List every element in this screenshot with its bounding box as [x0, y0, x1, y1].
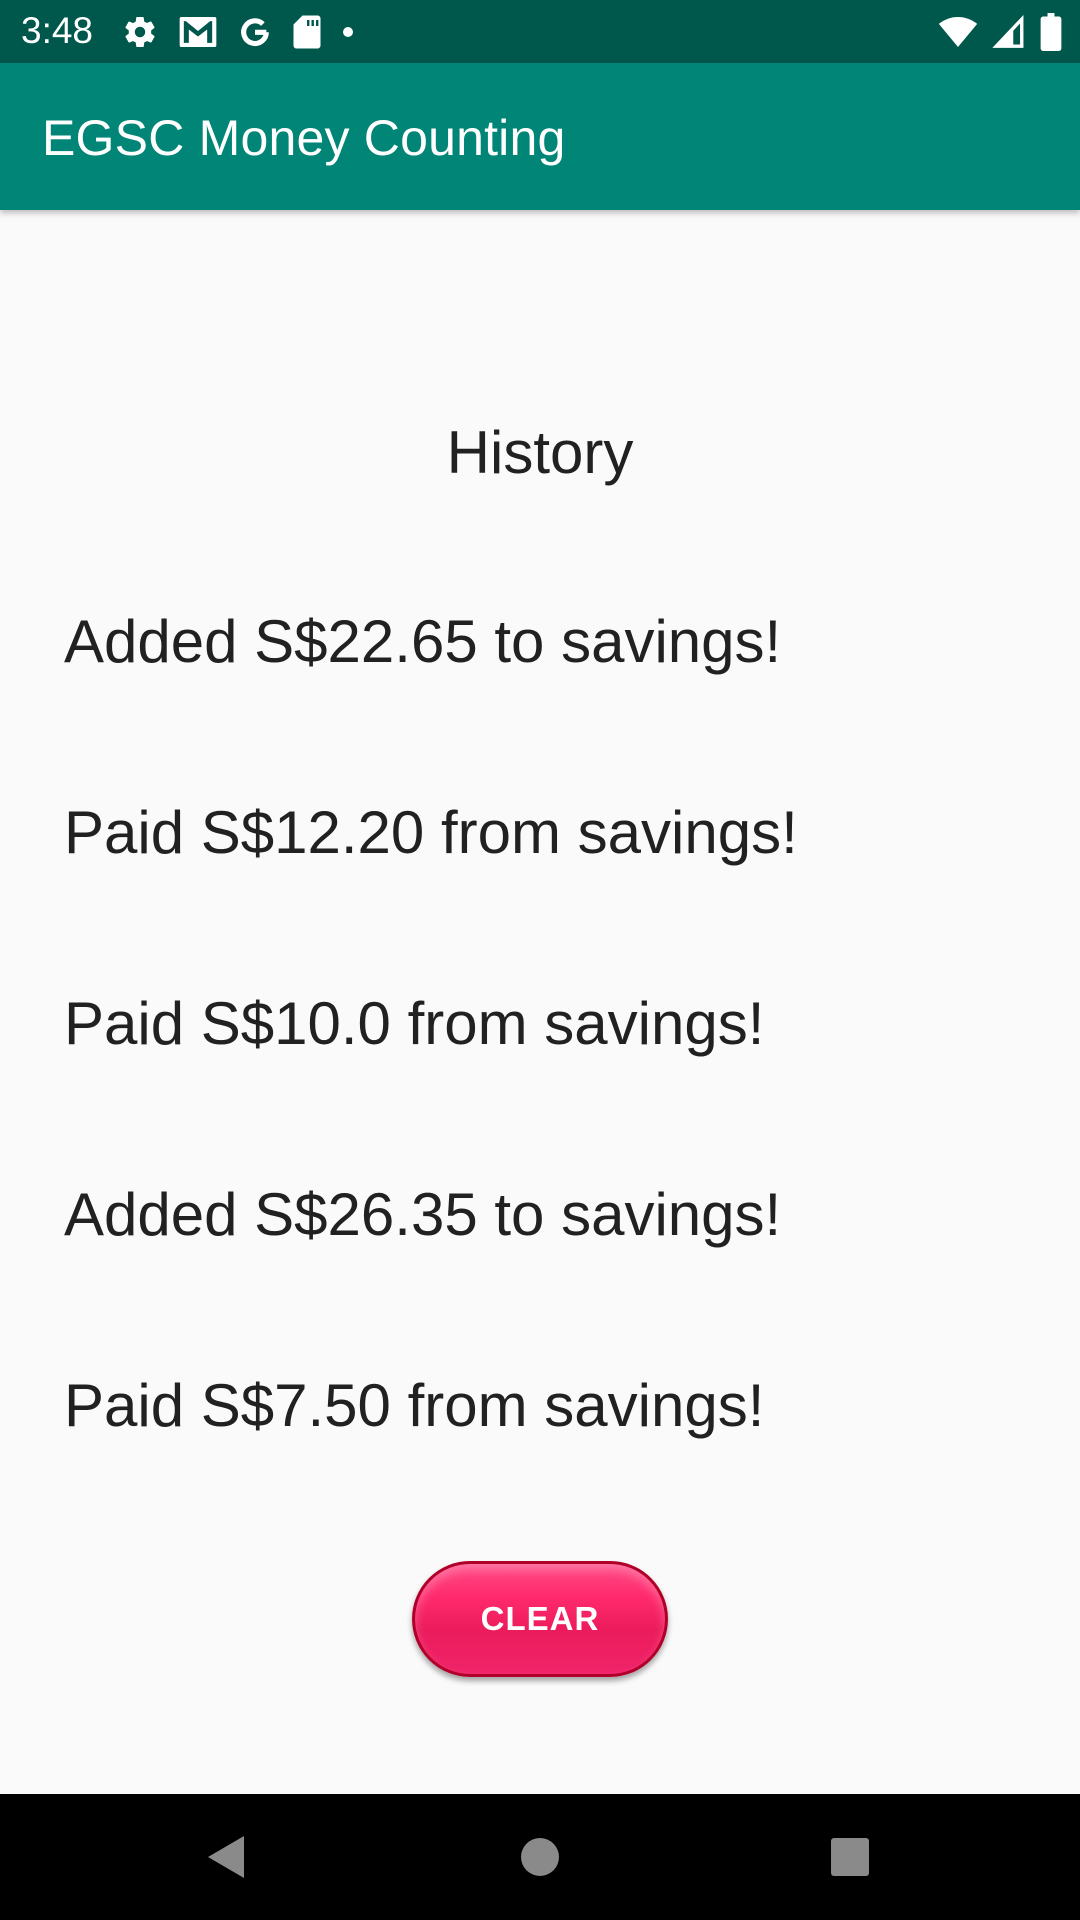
wifi-icon — [938, 16, 978, 48]
settings-icon — [122, 14, 158, 50]
history-item: Paid S$7.50 from savings! — [64, 1372, 765, 1439]
history-item: Added S$26.35 to savings! — [64, 1181, 782, 1248]
dot-icon — [342, 26, 354, 38]
gmail-icon — [178, 15, 218, 49]
sd-card-icon — [292, 14, 322, 50]
clear-button-label: CLEAR — [480, 1600, 600, 1637]
google-icon — [238, 15, 272, 49]
back-icon — [204, 1834, 246, 1880]
screen: 3:48 EGSC Money Counting History Added S… — [0, 0, 1080, 1920]
status-icons-left — [122, 12, 354, 52]
history-list: Added S$22.65 to savings! Paid S$12.20 f… — [64, 607, 1024, 1562]
recents-button[interactable] — [817, 1824, 883, 1890]
recents-icon — [830, 1837, 870, 1877]
history-item: Paid S$10.0 from savings! — [64, 990, 765, 1057]
history-heading: History — [446, 419, 634, 486]
app-bar: EGSC Money Counting — [0, 63, 1080, 210]
status-time: 3:48 — [21, 10, 94, 51]
app-title: EGSC Money Counting — [42, 110, 566, 166]
nav-bar — [0, 1794, 1080, 1920]
back-button[interactable] — [192, 1824, 258, 1890]
battery-icon — [1040, 13, 1062, 51]
home-icon — [520, 1837, 560, 1877]
status-bar: 3:48 — [0, 0, 1080, 63]
clear-button[interactable]: CLEAR — [412, 1561, 668, 1677]
home-button[interactable] — [507, 1824, 573, 1890]
status-icons-right — [938, 12, 1062, 52]
history-item: Added S$22.65 to savings! — [64, 608, 782, 675]
history-item: Paid S$12.20 from savings! — [64, 799, 798, 866]
cell-signal-icon — [992, 15, 1026, 49]
